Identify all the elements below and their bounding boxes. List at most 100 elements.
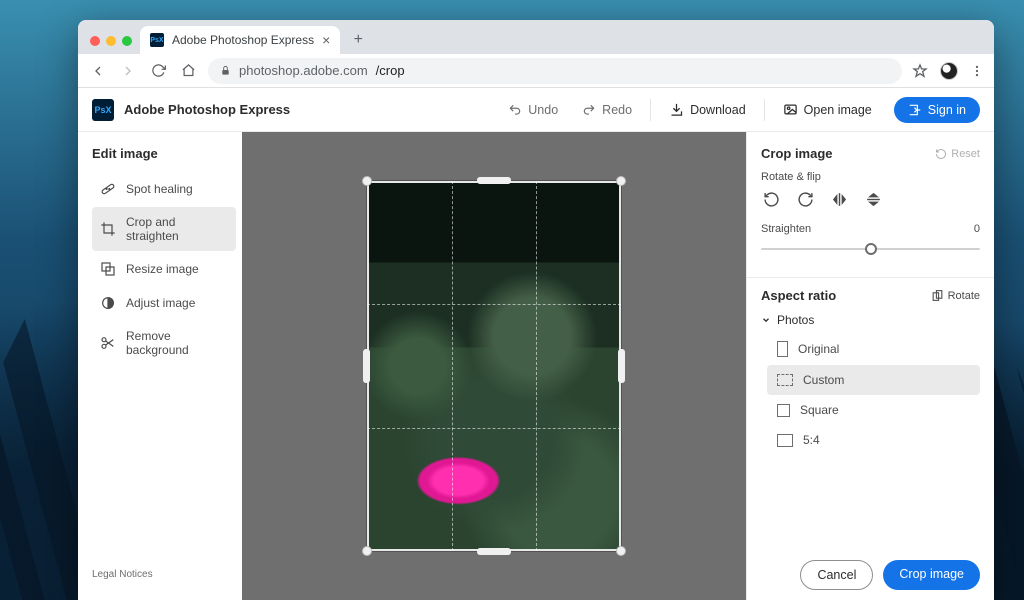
sign-in-button[interactable]: Sign in <box>894 97 980 123</box>
grid-line <box>452 181 453 551</box>
ratio-icon <box>777 341 788 357</box>
legal-notices-link[interactable]: Legal Notices <box>92 563 236 586</box>
forward-button[interactable] <box>118 61 138 81</box>
redo-label: Redo <box>602 103 632 117</box>
tool-label: Remove background <box>126 329 228 357</box>
crop-handle-se[interactable] <box>616 546 626 556</box>
reset-button[interactable]: Reset <box>935 148 980 160</box>
straighten-value: 0 <box>974 223 980 235</box>
url-host: photoshop.adobe.com <box>239 63 368 78</box>
ratio-group-label: Photos <box>777 313 814 327</box>
rotate-cw-button[interactable] <box>795 189 815 209</box>
bandage-icon <box>100 181 116 197</box>
ratio-label: 5:4 <box>803 433 820 447</box>
tool-label: Adjust image <box>126 296 195 310</box>
ratio-original[interactable]: Original <box>767 333 980 365</box>
ratio-group-photos[interactable]: Photos <box>761 313 980 327</box>
panel-title: Edit image <box>92 146 236 161</box>
open-image-label: Open image <box>804 103 872 117</box>
crop-handle-sw[interactable] <box>362 546 372 556</box>
flip-horizontal-button[interactable] <box>829 189 849 209</box>
app-header: PsX Adobe Photoshop Express Undo Redo Do… <box>78 88 994 132</box>
tab-title: Adobe Photoshop Express <box>172 33 314 47</box>
tool-label: Crop and straighten <box>126 215 228 243</box>
tool-resize-image[interactable]: Resize image <box>92 253 236 285</box>
app-body: Edit image Spot healing Crop and straigh… <box>78 132 994 600</box>
aspect-ratio-title: Aspect ratio <box>761 288 836 303</box>
url-path: /crop <box>376 63 405 78</box>
tool-label: Spot healing <box>126 182 193 196</box>
tool-spot-healing[interactable]: Spot healing <box>92 173 236 205</box>
browser-tab[interactable]: PsX Adobe Photoshop Express × <box>140 26 340 54</box>
grid-line <box>536 181 537 551</box>
sign-in-label: Sign in <box>928 103 966 117</box>
crop-handle-e[interactable] <box>618 349 625 383</box>
window-controls <box>86 36 140 54</box>
browser-toolbar: photoshop.adobe.com/crop <box>78 54 994 88</box>
crop-handle-n[interactable] <box>477 177 511 184</box>
ratio-icon <box>777 434 793 447</box>
ratio-label: Square <box>800 403 839 417</box>
reset-label: Reset <box>951 148 980 160</box>
grid-line <box>367 428 621 429</box>
crop-image-button[interactable]: Crop image <box>883 560 980 590</box>
minimize-window-icon[interactable] <box>106 36 116 46</box>
straighten-slider[interactable] <box>761 235 980 263</box>
undo-button[interactable]: Undo <box>498 98 568 122</box>
crop-handle-s[interactable] <box>477 548 511 555</box>
crop-handle-ne[interactable] <box>616 176 626 186</box>
tool-label: Resize image <box>126 262 199 276</box>
address-bar[interactable]: photoshop.adobe.com/crop <box>208 58 902 84</box>
new-tab-button[interactable]: + <box>346 28 370 52</box>
browser-window: PsX Adobe Photoshop Express × + photosho… <box>78 20 994 600</box>
favicon-icon: PsX <box>150 33 164 47</box>
divider <box>764 99 765 121</box>
divider <box>747 277 994 278</box>
slider-thumb[interactable] <box>865 243 877 255</box>
download-label: Download <box>690 103 746 117</box>
crop-handle-w[interactable] <box>363 349 370 383</box>
home-button[interactable] <box>178 61 198 81</box>
left-panel: Edit image Spot healing Crop and straigh… <box>78 132 242 600</box>
cancel-button[interactable]: Cancel <box>800 560 873 590</box>
rotate-aspect-label: Rotate <box>948 290 980 302</box>
ratio-icon <box>777 374 793 386</box>
tool-adjust-image[interactable]: Adjust image <box>92 287 236 319</box>
download-button[interactable]: Download <box>659 97 756 122</box>
ratio-5-4[interactable]: 5:4 <box>767 425 980 455</box>
crop-frame[interactable] <box>367 181 621 551</box>
crop-icon <box>100 221 116 237</box>
lock-icon <box>220 65 231 76</box>
ratio-square[interactable]: Square <box>767 395 980 425</box>
rotate-aspect-button[interactable]: Rotate <box>931 289 980 302</box>
chevron-down-icon <box>761 315 771 325</box>
reload-button[interactable] <box>148 61 168 81</box>
adjust-icon <box>100 295 116 311</box>
straighten-label: Straighten <box>761 223 811 235</box>
rotate-flip-label: Rotate & flip <box>761 171 980 183</box>
scissors-icon <box>100 335 116 351</box>
back-button[interactable] <box>88 61 108 81</box>
ratio-icon <box>777 404 790 417</box>
crop-panel-title: Crop image <box>761 146 833 161</box>
browser-menu-icon[interactable] <box>970 64 984 78</box>
rotate-ccw-button[interactable] <box>761 189 781 209</box>
canvas-area <box>242 132 746 600</box>
ratio-label: Original <box>798 342 839 356</box>
crop-handle-nw[interactable] <box>362 176 372 186</box>
tool-crop-straighten[interactable]: Crop and straighten <box>92 207 236 251</box>
app-brand: PsX Adobe Photoshop Express <box>92 99 290 121</box>
close-tab-icon[interactable]: × <box>322 32 330 48</box>
close-window-icon[interactable] <box>90 36 100 46</box>
crop-outline <box>367 181 621 551</box>
open-image-button[interactable]: Open image <box>773 97 882 122</box>
ratio-custom[interactable]: Custom <box>767 365 980 395</box>
bookmark-icon[interactable] <box>912 63 928 79</box>
flip-vertical-button[interactable] <box>863 189 883 209</box>
redo-button[interactable]: Redo <box>572 98 642 122</box>
tool-remove-background[interactable]: Remove background <box>92 321 236 365</box>
maximize-window-icon[interactable] <box>122 36 132 46</box>
browser-tabbar: PsX Adobe Photoshop Express × + <box>78 20 994 54</box>
profile-avatar-icon[interactable] <box>940 62 958 80</box>
right-panel: Crop image Reset Rotate & flip <box>746 132 994 600</box>
